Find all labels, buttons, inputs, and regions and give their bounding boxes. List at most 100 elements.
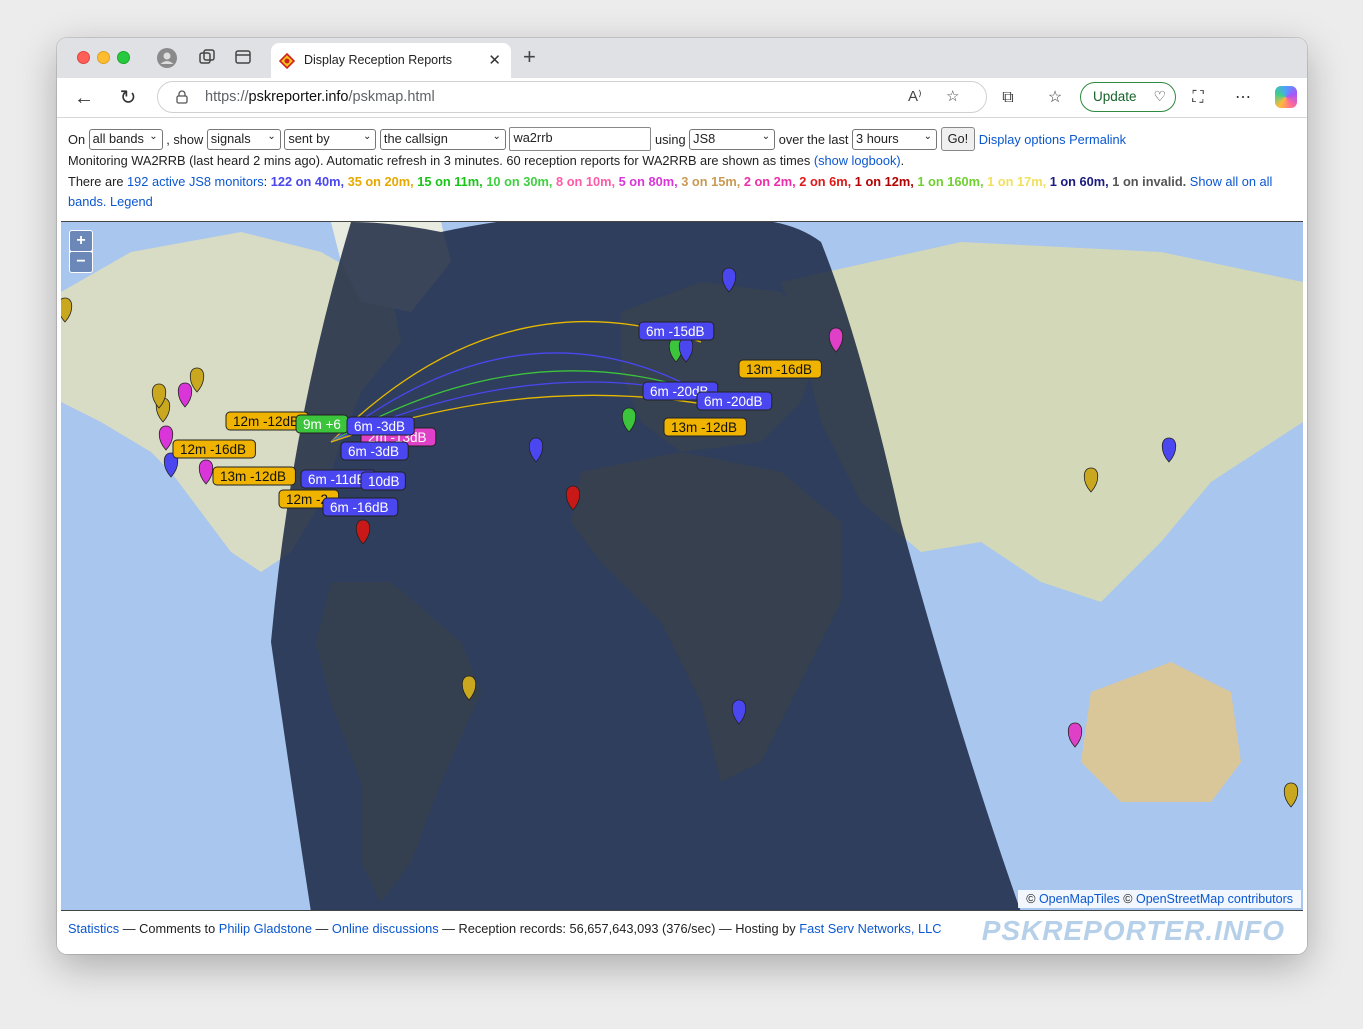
read-aloud-icon[interactable]: A⁾ (908, 87, 922, 105)
reload-icon[interactable]: ↻ (116, 86, 140, 110)
direction-select[interactable]: sent by ⌄ (284, 128, 377, 150)
browser-window: Display Reception Reports ✕ + ← ↻ https:… (57, 38, 1307, 954)
pskreporter-logo: PSKREPORTER.INFO (981, 915, 1285, 946)
pskreporter-favicon (279, 53, 295, 69)
target-select[interactable]: the callsign ⌄ (379, 128, 506, 150)
signal-label-text: 12m -12dB (233, 414, 299, 429)
query-controls: On all bands ⌄ , show signals ⌄ sent by ⌄ t… (68, 127, 1126, 151)
on-label: On (68, 131, 86, 147)
signal-label[interactable]: 13m -12dB (212, 466, 296, 486)
band-count[interactable]: 10 on 30m, (486, 174, 552, 189)
more-menu-icon[interactable]: ⋯ (1232, 87, 1254, 109)
openstreetmap-link[interactable]: OpenStreetMap contributors (1136, 892, 1293, 906)
signal-label-text: 9m +6 (303, 417, 341, 432)
zoom-out-button[interactable]: − (70, 252, 92, 272)
signal-label-text: 12m -16dB (180, 442, 246, 457)
tab-strip: Display Reception Reports ✕ + (57, 38, 1307, 78)
tab-title: Display Reception Reports (304, 53, 452, 67)
author-link[interactable]: Philip Gladstone (219, 921, 312, 936)
show-logbook-link[interactable]: (show logbook) (814, 153, 901, 168)
band-count[interactable]: 35 on 20m, (348, 174, 414, 189)
mode-select[interactable]: JS8 ⌄ (689, 128, 776, 150)
band-count[interactable]: 5 on 80m, (619, 174, 678, 189)
signal-label-text: 6m -15dB (646, 324, 705, 339)
update-button[interactable]: Update ♡ (1080, 82, 1176, 112)
zoom-controls: + − (69, 230, 93, 273)
favorite-star-icon[interactable]: ☆ (946, 87, 959, 105)
hosting-link[interactable]: Fast Serv Networks, LLC (799, 921, 941, 936)
world-map[interactable]: 6m -15dB 13m -16dB 6m -20dB 6m -20dB 13m -12… (61, 221, 1303, 911)
band-count[interactable]: 15 on 11m, (417, 174, 482, 189)
go-button[interactable]: Go! (940, 127, 976, 151)
signal-label-text: 12m -2 (286, 492, 328, 507)
openmaptiles-link[interactable]: OpenMapTiles (1039, 892, 1120, 906)
signal-label[interactable]: 6m -16dB (322, 497, 399, 517)
over-label: over the last (778, 131, 849, 147)
signal-label[interactable]: 12m -16dB (172, 439, 256, 459)
signal-label-text: 6m -20dB (704, 394, 763, 409)
signal-label[interactable]: 9m +6 (295, 414, 349, 434)
band-count[interactable]: 1 on 160m, (917, 174, 983, 189)
band-count-list: 122 on 40m, 35 on 20m, 15 on 11m, 10 on … (271, 174, 1190, 189)
band-count[interactable]: 1 on 17m, (987, 174, 1046, 189)
address-bar[interactable]: https://pskreporter.info/pskmap.html A⁾ … (157, 81, 987, 113)
signal-label[interactable]: 6m -15dB (638, 321, 715, 341)
display-options-link[interactable]: Display options (979, 132, 1066, 147)
back-icon[interactable]: ← (72, 86, 96, 110)
close-tab-icon[interactable]: ✕ (488, 51, 501, 69)
band-count[interactable]: 2 on 6m, (799, 174, 851, 189)
workspaces-icon[interactable] (197, 48, 217, 68)
close-window-button[interactable] (77, 51, 90, 64)
permalink-link[interactable]: Permalink (1069, 132, 1126, 147)
map-attribution: © OpenMapTiles © OpenStreetMap contribut… (1018, 890, 1301, 908)
maximize-window-button[interactable] (117, 51, 130, 64)
active-monitors-link[interactable]: 192 active JS8 monitors (127, 174, 264, 189)
signal-label-text: 13m -16dB (746, 362, 812, 377)
status-line: Monitoring WA2RRB (last heard 2 mins ago… (68, 153, 905, 168)
signal-label-text: 6m -3dB (354, 419, 405, 434)
using-label: using (655, 131, 686, 147)
monitor-counts: There are 192 active JS8 monitors: 122 o… (68, 174, 1273, 209)
band-count[interactable]: 1 on 12m, (855, 174, 914, 189)
signal-label-text: 13m -12dB (671, 420, 737, 435)
online-discussions-link[interactable]: Online discussions (332, 921, 439, 936)
statistics-link[interactable]: Statistics (68, 921, 119, 936)
tab-display-reception-reports[interactable]: Display Reception Reports ✕ (271, 43, 511, 78)
signal-label[interactable]: 6m -3dB (340, 441, 409, 461)
map-canvas[interactable]: 6m -15dB13m -16dB6m -20dB6m -20dB13m -12… (61, 222, 1303, 911)
band-count[interactable]: 122 on 40m, (271, 174, 344, 189)
minimize-window-button[interactable] (97, 51, 110, 64)
new-tab-icon[interactable]: + (523, 46, 536, 68)
signal-label-text: 6m -11dB (308, 472, 366, 487)
signal-label[interactable]: 6m -3dB (346, 416, 415, 436)
signal-label[interactable]: 6m -20dB (696, 391, 773, 411)
favorites-icon[interactable]: ☆ (1044, 87, 1066, 109)
show-select[interactable]: signals ⌄ (206, 128, 281, 150)
vertical-tabs-icon[interactable] (233, 48, 253, 68)
period-select[interactable]: 3 hours ⌄ (852, 128, 938, 150)
band-select[interactable]: all bands ⌄ (88, 128, 163, 150)
screenshot-icon[interactable]: ⛶ (1187, 87, 1209, 109)
copilot-icon[interactable] (1275, 86, 1297, 108)
heart-icon: ♡ (1153, 88, 1166, 104)
signal-label-text: 13m -12dB (220, 469, 286, 484)
signal-label[interactable]: 13m -16dB (738, 359, 822, 379)
signal-label-text: 6m -3dB (348, 444, 399, 459)
band-count[interactable]: 3 on 15m, (681, 174, 740, 189)
signal-label[interactable]: 10dB (360, 471, 406, 491)
band-count[interactable]: 8 on 10m, (556, 174, 615, 189)
callsign-input[interactable]: wa2rrb (509, 127, 652, 151)
profile-icon[interactable] (157, 48, 177, 68)
signal-label[interactable]: 13m -12dB (663, 417, 747, 437)
zoom-in-button[interactable]: + (70, 231, 92, 251)
extensions-icon[interactable]: ⧉ (997, 87, 1019, 109)
browser-toolbar: ← ↻ https://pskreporter.info/pskmap.html… (57, 78, 1307, 118)
legend-link[interactable]: Legend (110, 194, 153, 209)
band-count[interactable]: 1 on invalid. (1112, 174, 1186, 189)
url-text: https://pskreporter.info/pskmap.html (205, 89, 435, 105)
band-count[interactable]: 1 on 60m, (1050, 174, 1109, 189)
band-count[interactable]: 2 on 2m, (744, 174, 796, 189)
signal-label-text: 10dB (368, 474, 400, 489)
show-label: , show (166, 131, 204, 147)
page-footer: Statistics — Comments to Philip Gladston… (68, 921, 942, 936)
